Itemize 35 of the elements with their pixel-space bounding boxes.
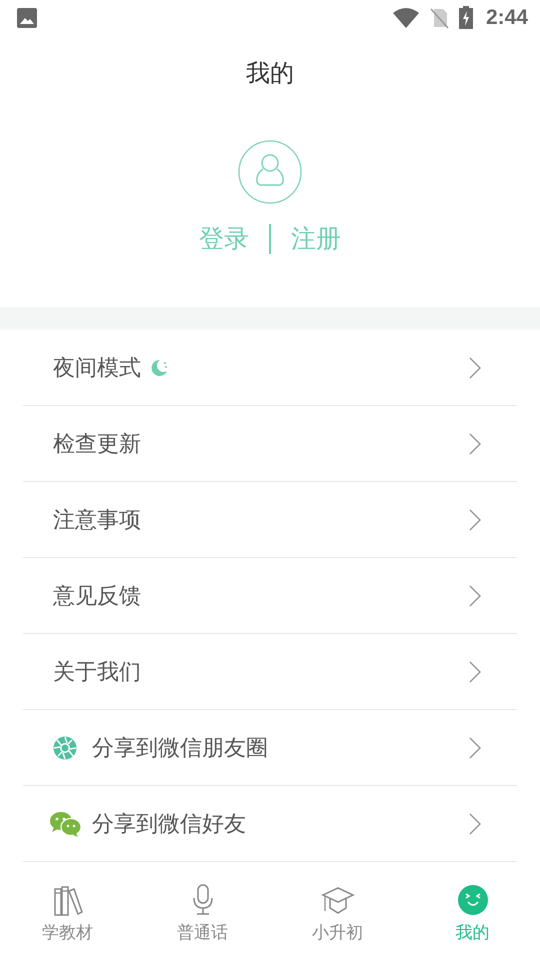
menu-label: 分享到微信好友 (92, 810, 246, 838)
menu-item[interactable]: 注意事项 (23, 482, 517, 558)
nav-tab[interactable]: 学教材 (0, 878, 135, 944)
menu-item[interactable]: 夜间模式 (23, 330, 517, 406)
menu-item[interactable]: 分享到微信好友 (23, 786, 517, 862)
menu-item[interactable]: 分享到微信朋友圈 (23, 710, 517, 786)
menu-item[interactable]: 意见反馈 (23, 558, 517, 634)
smiley-icon (456, 882, 490, 916)
page-title: 我的 (246, 58, 294, 89)
no-sim-icon (428, 7, 450, 29)
chevron-right-icon (469, 660, 481, 682)
menu-label: 注意事项 (53, 506, 141, 534)
image-icon (16, 7, 38, 29)
menu-label: 关于我们 (53, 658, 141, 686)
aperture-icon (53, 736, 77, 760)
battery-charging-icon (458, 6, 474, 30)
chevron-right-icon (469, 584, 481, 606)
nav-tab[interactable]: 普通话 (135, 878, 270, 944)
wifi-icon (392, 7, 420, 29)
avatar-icon[interactable] (238, 140, 302, 204)
chevron-right-icon (469, 432, 481, 454)
menu-label: 意见反馈 (53, 582, 141, 610)
chat-bubbles-icon (49, 810, 81, 836)
status-time: 2:44 (486, 6, 528, 30)
menu-label: 分享到微信朋友圈 (92, 734, 268, 762)
menu-label: 夜间模式 (53, 354, 141, 382)
chevron-right-icon (469, 812, 481, 834)
nav-tab[interactable]: 小升初 (270, 878, 405, 944)
menu-label: 检查更新 (53, 430, 141, 458)
moon-icon (149, 358, 169, 378)
menu-item[interactable]: 关于我们 (23, 634, 517, 710)
chevron-right-icon (469, 736, 481, 758)
chevron-right-icon (469, 356, 481, 378)
chevron-right-icon (469, 508, 481, 530)
menu-item[interactable]: 检查更新 (23, 406, 517, 482)
